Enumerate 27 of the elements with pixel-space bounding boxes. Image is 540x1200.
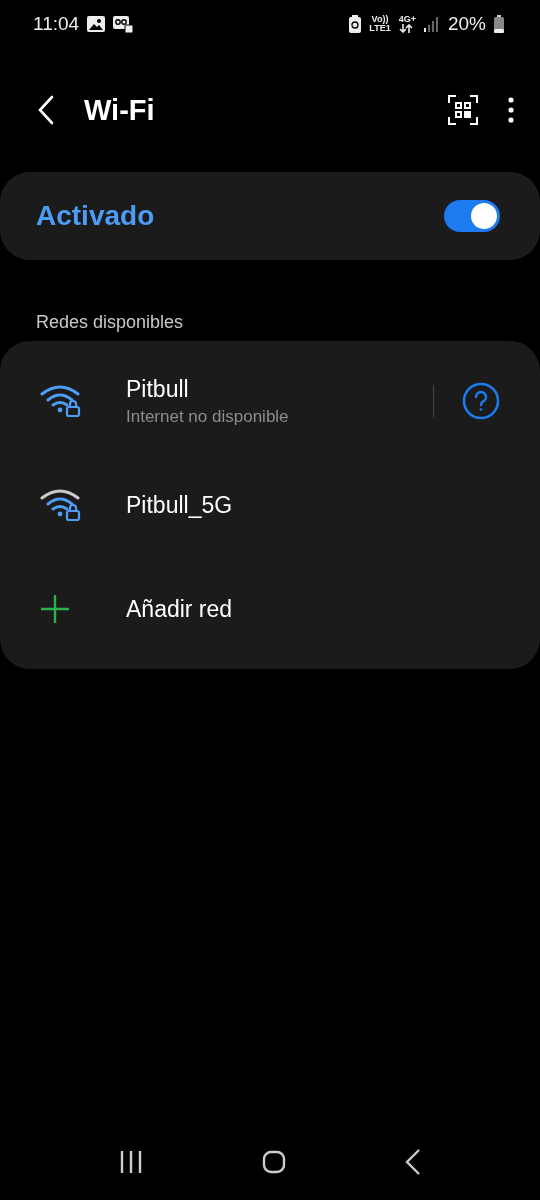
recent-apps-button[interactable] bbox=[119, 1151, 144, 1173]
section-title: Redes disponibles bbox=[35, 311, 185, 334]
network-name[interactable]: Pitbull bbox=[126, 375, 433, 403]
voicemail-icon bbox=[113, 15, 134, 33]
data-arrows-icon bbox=[398, 24, 413, 33]
plus-icon bbox=[40, 594, 70, 624]
network-name[interactable]: Pitbull_5G bbox=[126, 491, 500, 519]
wifi-toggle[interactable] bbox=[444, 200, 500, 232]
volte-label: Vo)) bbox=[371, 15, 389, 24]
battery-percentage: 20% bbox=[447, 13, 486, 35]
wifi-switch-label: Activado bbox=[36, 200, 156, 232]
add-network-link[interactable]: Añadir red bbox=[126, 595, 500, 623]
battery-icon bbox=[494, 15, 504, 33]
signal-icon bbox=[423, 16, 440, 32]
page-title: Wi-Fi bbox=[84, 93, 156, 127]
lte-label: LTE1 bbox=[369, 24, 391, 33]
network-type-label: 4G+ bbox=[398, 15, 416, 24]
qr-scan-button[interactable] bbox=[448, 95, 478, 125]
network-status: Internet no disponible bbox=[126, 406, 290, 427]
back-nav-button[interactable] bbox=[404, 1149, 421, 1175]
more-options-button[interactable] bbox=[506, 96, 516, 124]
help-button[interactable] bbox=[462, 382, 500, 420]
back-button[interactable] bbox=[36, 95, 56, 125]
battery-saver-icon bbox=[349, 15, 362, 33]
status-time: 11:04 bbox=[33, 13, 80, 35]
gallery-icon bbox=[87, 16, 106, 32]
home-button[interactable] bbox=[262, 1150, 286, 1174]
